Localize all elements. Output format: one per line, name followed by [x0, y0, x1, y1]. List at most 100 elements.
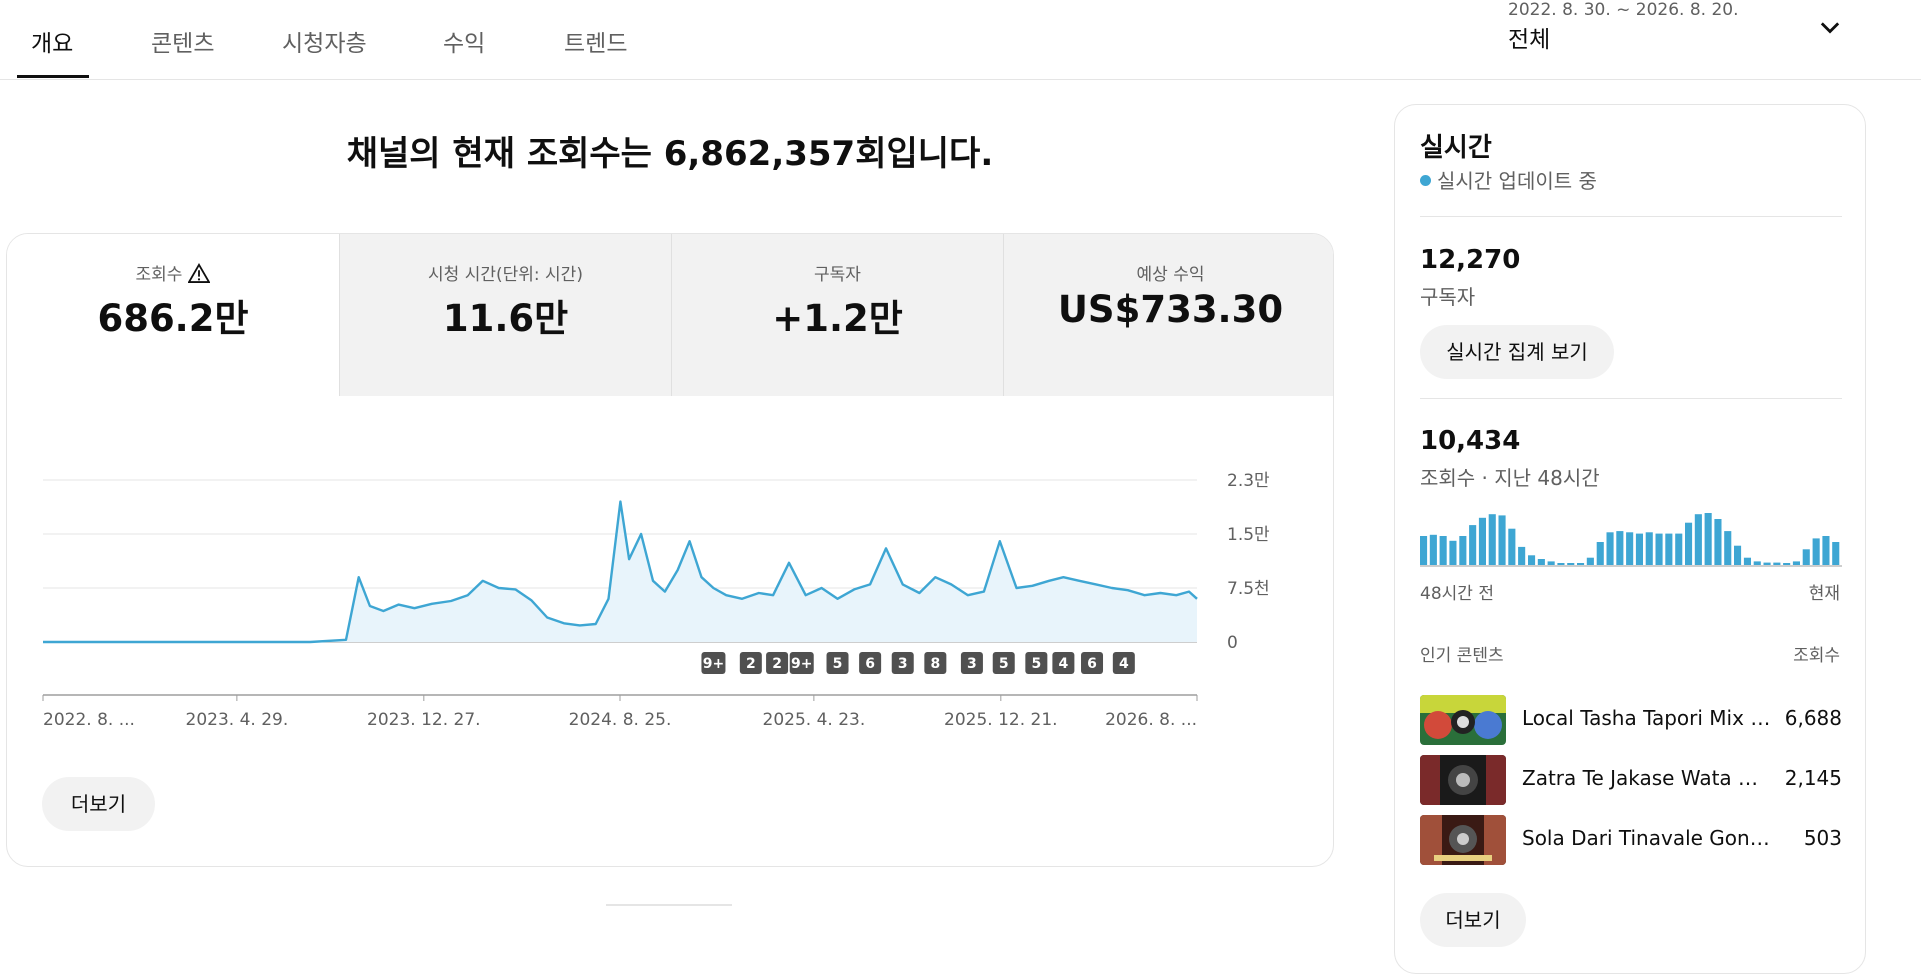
date-range-selector[interactable]: 전체 — [1508, 20, 1550, 54]
video-title: Sola Dari Tinavale Gondi Song | Gondi... — [1522, 826, 1772, 850]
realtime-bar — [1812, 538, 1820, 565]
realtime-card: 실시간 실시간 업데이트 중 12,270 구독자 실시간 집계 보기 10,4… — [1394, 104, 1866, 974]
realtime-bar — [1724, 531, 1732, 565]
divider — [1420, 398, 1842, 399]
realtime-subscriber-label: 구독자 — [1420, 285, 1476, 309]
realtime-bar — [1626, 532, 1634, 565]
realtime-subscriber-count: 12,270 — [1420, 245, 1521, 275]
upload-marker-label: 5 — [999, 656, 1009, 672]
metric-tab-watch-time[interactable]: 시청 시간(단위: 시간) 11.6만 — [339, 234, 671, 396]
upload-marker-label: 2 — [746, 656, 756, 672]
video-thumbnail — [1420, 695, 1506, 745]
scroll-indicator — [606, 904, 732, 906]
realtime-bar — [1586, 557, 1594, 565]
see-more-button[interactable]: 더보기 — [42, 777, 155, 831]
realtime-views-label: 조회수 · 지난 48시간 — [1420, 466, 1600, 490]
live-dot-icon — [1420, 175, 1431, 186]
realtime-bar — [1478, 517, 1486, 565]
metric-tab-revenue[interactable]: 예상 수익 US$733.30 — [1003, 234, 1333, 396]
popular-video-row[interactable]: Local Tasha Tapori Mix Dj Remix | M... 6… — [1420, 695, 1842, 745]
y-tick-label: 1.5만 — [1227, 525, 1270, 545]
x-tick-label: 2023. 12. 27. — [367, 710, 481, 730]
tab-revenue[interactable]: 수익 — [443, 24, 485, 58]
upload-marker-label: 5 — [1031, 656, 1041, 672]
realtime-bar — [1429, 534, 1437, 565]
upload-marker-label: 3 — [967, 656, 977, 672]
active-tab-indicator — [17, 75, 89, 78]
upload-marker-label: 9+ — [791, 656, 812, 672]
upload-marker-label: 4 — [1059, 656, 1069, 672]
date-range-text: 2022. 8. 30. ~ 2026. 8. 20. — [1508, 0, 1739, 20]
chevron-down-icon[interactable] — [1816, 14, 1844, 42]
popular-video-row[interactable]: Zatra Te Jakase Wata Dj Song | Zat... 2,… — [1420, 755, 1842, 805]
tab-audience[interactable]: 시청자층 — [282, 24, 367, 58]
realtime-bar — [1537, 559, 1545, 565]
metric-label: 예상 수익 — [1136, 265, 1205, 285]
realtime-bar — [1547, 561, 1555, 565]
realtime-bar — [1655, 533, 1663, 565]
realtime-bar — [1449, 540, 1457, 565]
x-tick-label: 2026. 8. ... — [1105, 710, 1197, 730]
mini-chart-end-label: 현재 — [1808, 584, 1840, 604]
metric-label: 구독자 — [814, 265, 861, 285]
view-realtime-button[interactable]: 실시간 집계 보기 — [1420, 325, 1614, 379]
upload-marker-label: 6 — [1087, 656, 1097, 672]
realtime-bar — [1743, 557, 1751, 565]
upload-marker-label: 4 — [1119, 656, 1129, 672]
overview-card: 조회수 686.2만 시청 시간(단위: 시간) 11.6만 구독자 +1.2만… — [6, 233, 1334, 867]
tab-content[interactable]: 콘텐츠 — [151, 24, 214, 58]
realtime-views-bar-chart — [1420, 513, 1842, 567]
video-title: Zatra Te Jakase Wata Dj Song | Zat... — [1522, 766, 1772, 790]
x-tick-label: 2022. 8. ... — [43, 710, 135, 730]
warning-icon — [188, 263, 211, 283]
realtime-bar — [1645, 532, 1653, 565]
video-thumbnail — [1420, 815, 1506, 865]
analytics-tab-bar: 개요 콘텐츠 시청자층 수익 트렌드 2022. 8. 30. ~ 2026. … — [0, 0, 1921, 80]
metric-label: 시청 시간(단위: 시간) — [428, 265, 583, 285]
realtime-bar — [1606, 532, 1614, 565]
realtime-bar — [1792, 561, 1800, 565]
video-thumbnail-image — [1420, 815, 1506, 865]
realtime-bar — [1675, 533, 1683, 565]
realtime-bar — [1734, 545, 1742, 565]
tab-trends[interactable]: 트렌드 — [564, 24, 627, 58]
upload-marker-label: 3 — [898, 656, 908, 672]
metric-value: 11.6만 — [442, 297, 569, 340]
upload-marker-label: 2 — [772, 656, 782, 672]
video-title: Local Tasha Tapori Mix Dj Remix | M... — [1522, 706, 1772, 730]
page-title: 채널의 현재 조회수는 6,862,357회입니다. — [346, 134, 994, 174]
realtime-bar — [1665, 533, 1673, 565]
video-views: 503 — [1803, 826, 1842, 850]
realtime-bar — [1773, 562, 1781, 565]
realtime-title: 실시간 — [1420, 133, 1492, 163]
realtime-bar — [1577, 563, 1585, 565]
realtime-bar — [1635, 533, 1643, 565]
realtime-bar — [1704, 513, 1712, 565]
metric-value: 686.2만 — [97, 297, 249, 340]
popular-video-row[interactable]: Sola Dari Tinavale Gondi Song | Gondi...… — [1420, 815, 1842, 865]
realtime-bar — [1459, 536, 1467, 565]
realtime-bar — [1488, 514, 1496, 565]
realtime-bar — [1763, 562, 1771, 565]
metric-value: US$733.30 — [1057, 288, 1284, 331]
realtime-bar — [1832, 542, 1840, 565]
see-more-popular-button[interactable]: 더보기 — [1420, 893, 1526, 947]
realtime-bar — [1694, 514, 1702, 565]
realtime-bar — [1508, 528, 1516, 565]
tab-overview[interactable]: 개요 — [31, 24, 73, 58]
x-tick-label: 2025. 12. 21. — [944, 710, 1058, 730]
mini-chart-start-label: 48시간 전 — [1420, 584, 1494, 604]
realtime-bar — [1439, 536, 1447, 565]
realtime-bar — [1714, 519, 1722, 565]
upload-marker-label: 9+ — [703, 656, 724, 672]
divider — [1420, 216, 1842, 217]
popular-content-header: 인기 콘텐츠 — [1420, 646, 1504, 666]
realtime-bar — [1596, 542, 1604, 565]
upload-marker-label: 6 — [865, 656, 875, 672]
metric-tab-subscribers[interactable]: 구독자 +1.2만 — [671, 234, 1003, 396]
realtime-bar — [1753, 561, 1761, 565]
realtime-bar — [1528, 555, 1536, 565]
metric-tab-views[interactable]: 조회수 686.2만 — [7, 234, 339, 396]
video-thumbnail — [1420, 755, 1506, 805]
live-status: 실시간 업데이트 중 — [1420, 165, 1597, 194]
